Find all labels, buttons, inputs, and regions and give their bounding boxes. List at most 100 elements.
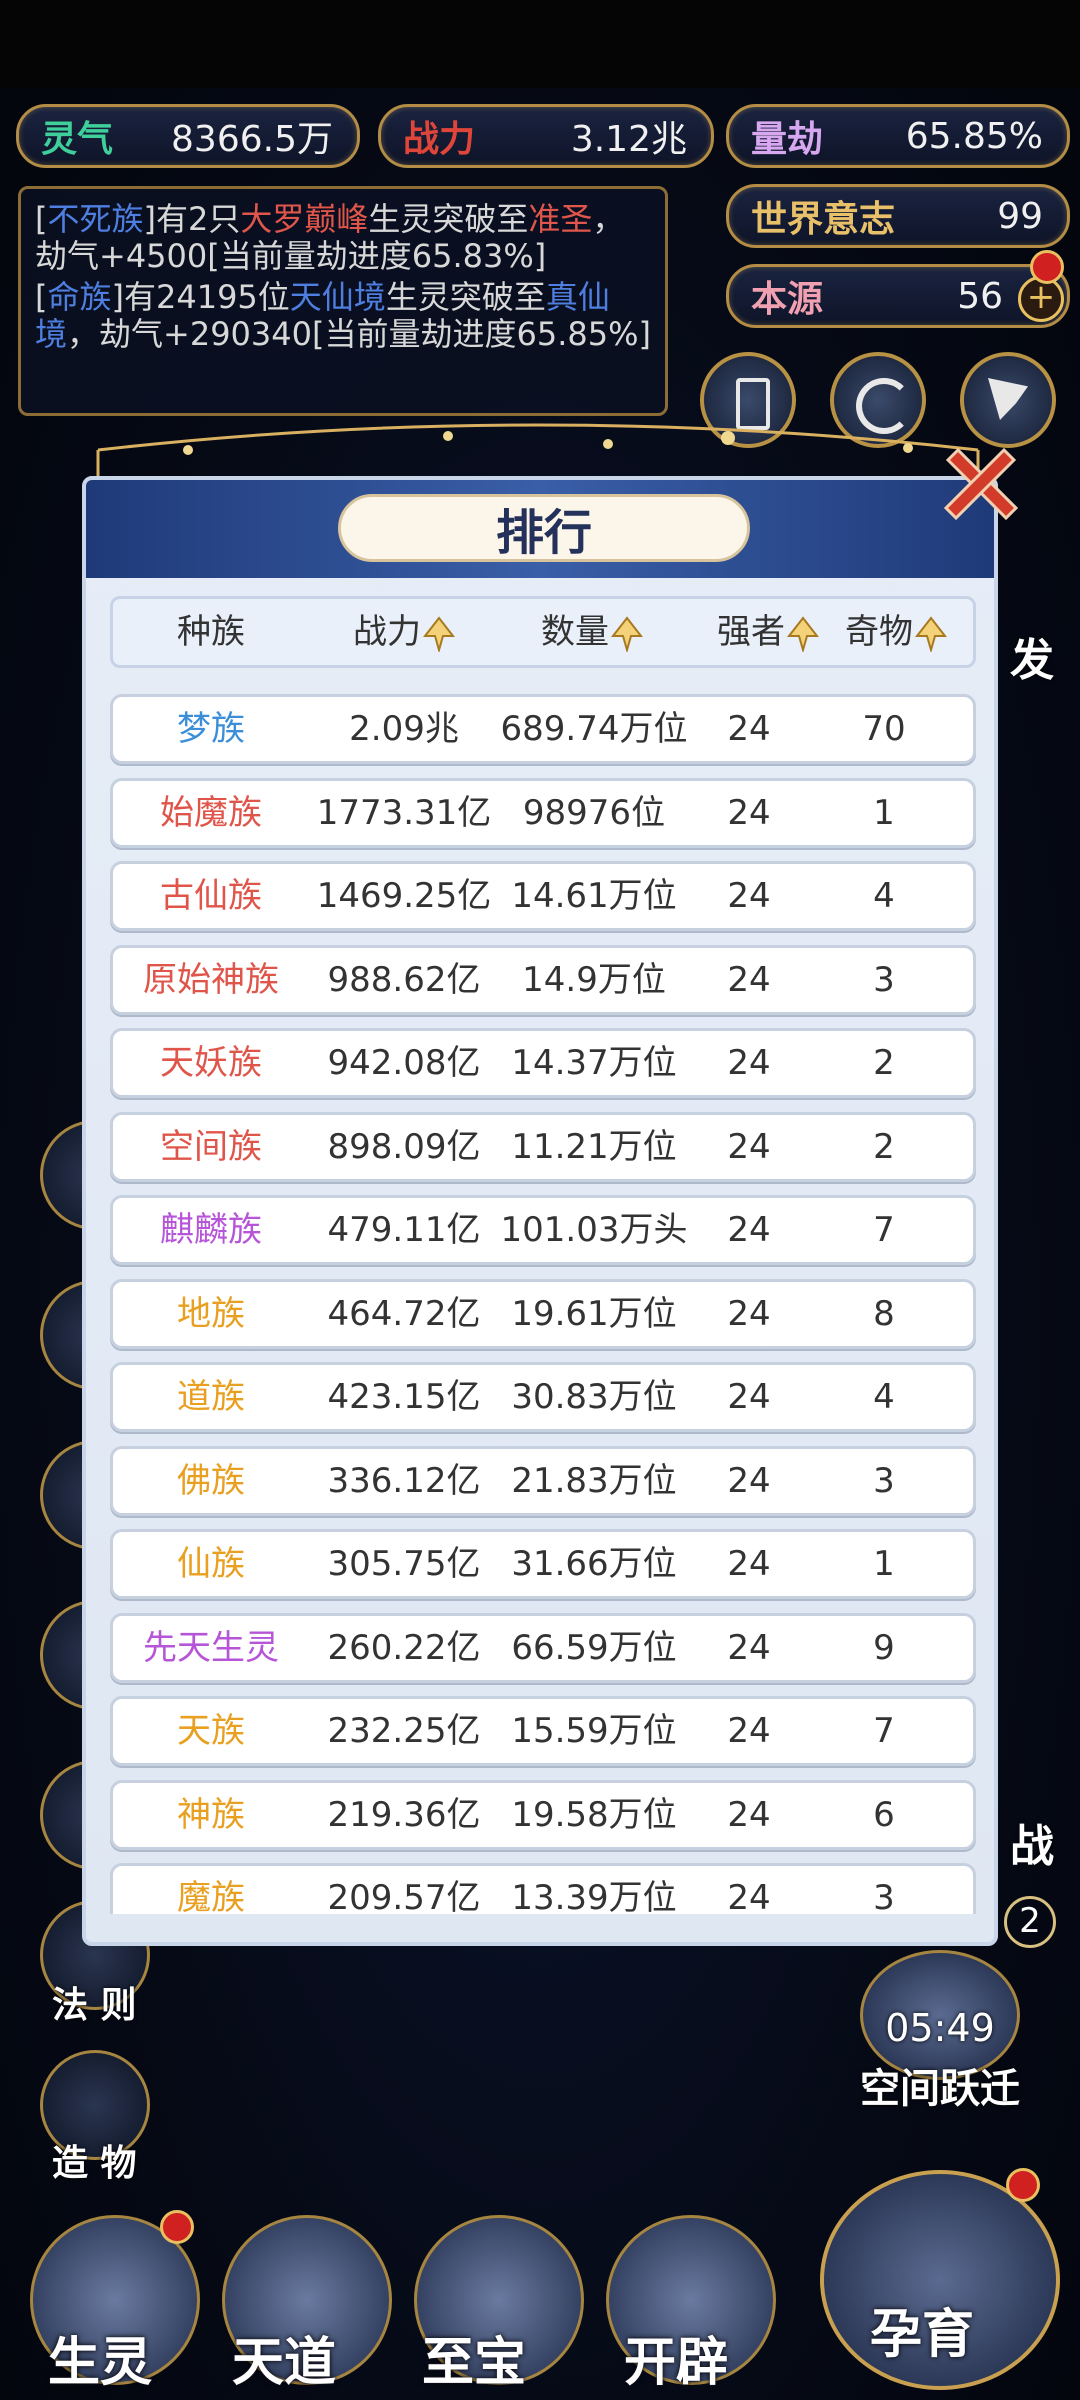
ranking-row[interactable]: 佛族 336.12亿 21.83万位 24 3 <box>110 1445 976 1516</box>
event-log: [不死族]有2只大罗巅峰生灵突破至准圣，劫气+4500[当前量劫进度65.83%… <box>18 186 668 416</box>
row-race: 原始神族 <box>143 959 279 1000</box>
row-race: 麒麟族 <box>160 1210 262 1250</box>
row-race: 地族 <box>177 1293 245 1334</box>
ranking-row[interactable]: 天妖族 942.08亿 14.37万位 24 2 <box>110 1028 976 1098</box>
ranking-row[interactable]: 仙族 305.75亿 31.66万位 24 1 <box>110 1529 976 1599</box>
world-will-value: 99 <box>997 195 1043 237</box>
row-strong: 24 <box>727 1627 771 1668</box>
row-strong: 24 <box>727 1043 771 1083</box>
row-strong: 24 <box>727 792 771 833</box>
row-race: 天妖族 <box>160 1043 262 1083</box>
row-strong: 24 <box>727 1460 771 1501</box>
sort-items-button[interactable]: 奇物 <box>845 599 947 665</box>
row-race: 魔族 <box>177 1878 245 1914</box>
row-strong: 24 <box>727 876 771 916</box>
ranking-row[interactable]: 神族 219.36亿 19.58万位 24 6 <box>110 1779 976 1850</box>
liangjie-counter[interactable]: 量劫 65.85% <box>726 104 1070 168</box>
row-strong: 24 <box>727 1293 771 1334</box>
row-count: 689.74万位 <box>500 709 688 749</box>
row-items: 3 <box>873 959 895 1000</box>
header-strong: 强者 <box>717 612 785 652</box>
right-zhan-label: 战 <box>1010 1821 1054 1872</box>
sheng-ling-label: 生灵 <box>48 2332 153 2393</box>
ranking-row[interactable]: 天族 232.25亿 15.59万位 24 7 <box>110 1696 976 1766</box>
row-power: 1773.31亿 <box>316 792 492 833</box>
row-count: 13.39万位 <box>511 1878 677 1914</box>
row-race: 天族 <box>177 1711 245 1751</box>
notification-dot <box>1030 250 1064 284</box>
row-power: 464.72亿 <box>327 1293 481 1334</box>
row-power: 942.08亿 <box>327 1043 481 1083</box>
kai-pi-label: 开辟 <box>624 2332 729 2393</box>
flag-icon <box>988 378 1028 420</box>
ranking-list[interactable]: 梦族 2.09兆 689.74万位 24 70 始魔族 1773.31亿 98976位 24 1 古… <box>110 694 976 1914</box>
right-fa-label: 发 <box>1010 635 1054 686</box>
world-will-counter[interactable]: 世界意志 99 <box>726 184 1070 248</box>
lingqi-label: 灵气 <box>41 118 114 160</box>
ranking-row[interactable]: 空间族 898.09亿 11.21万位 24 2 <box>110 1111 976 1182</box>
close-icon[interactable] <box>936 440 1026 530</box>
status-bar <box>0 0 1080 88</box>
row-race: 空间族 <box>160 1126 262 1167</box>
row-power: 898.09亿 <box>327 1126 481 1167</box>
count-badge: 2 <box>1004 1896 1056 1948</box>
row-power: 336.12亿 <box>327 1460 481 1501</box>
row-items: 7 <box>873 1711 895 1751</box>
sort-arrow-icon <box>423 615 455 652</box>
row-count: 14.61万位 <box>511 876 677 916</box>
row-count: 19.61万位 <box>511 1293 677 1334</box>
row-power: 219.36亿 <box>327 1794 481 1835</box>
sort-power-button[interactable]: 战力 <box>353 599 455 665</box>
ranking-row[interactable]: 原始神族 988.62亿 14.9万位 24 3 <box>110 944 976 1015</box>
row-race: 佛族 <box>177 1460 245 1501</box>
zhanli-counter[interactable]: 战力 3.12兆 <box>378 104 714 168</box>
sort-strong-button[interactable]: 强者 <box>717 599 819 665</box>
row-race: 梦族 <box>177 709 245 749</box>
ranking-panel: 排行 种族 战力 数量 强者 奇物 梦族 2.09兆 689.74万位 24 70 始魔族… <box>82 476 998 1946</box>
row-race: 仙族 <box>177 1544 245 1584</box>
ranking-row[interactable]: 魔族 209.57亿 13.39万位 24 3 <box>110 1863 976 1914</box>
zao-wu-label: 造 物 <box>52 2142 137 2184</box>
row-items: 3 <box>873 1460 895 1501</box>
benyuan-label: 本源 <box>751 278 824 320</box>
sort-count-button[interactable]: 数量 <box>541 599 643 665</box>
row-count: 66.59万位 <box>511 1627 677 1668</box>
row-items: 3 <box>873 1878 895 1914</box>
row-items: 8 <box>873 1293 895 1334</box>
row-items: 4 <box>873 1377 895 1417</box>
ranking-row[interactable]: 始魔族 1773.31亿 98976位 24 1 <box>110 777 976 848</box>
row-count: 15.59万位 <box>511 1711 677 1751</box>
row-count: 14.37万位 <box>511 1043 677 1083</box>
row-items: 6 <box>873 1794 895 1835</box>
space-jump-button[interactable]: 05:49 空间跃迁 <box>840 1950 1040 2150</box>
yun-yu-label: 孕育 <box>870 2304 975 2365</box>
ranking-row[interactable]: 地族 464.72亿 19.61万位 24 8 <box>110 1278 976 1349</box>
row-strong: 24 <box>727 959 771 1000</box>
row-power: 479.11亿 <box>327 1210 481 1250</box>
row-power: 988.62亿 <box>327 959 481 1000</box>
row-strong: 24 <box>727 709 771 749</box>
ranking-row[interactable]: 麒麟族 479.11亿 101.03万头 24 7 <box>110 1195 976 1265</box>
row-race: 道族 <box>177 1377 245 1417</box>
tian-dao-label: 天道 <box>232 2332 337 2393</box>
row-strong: 24 <box>727 1544 771 1584</box>
ranking-row[interactable]: 梦族 2.09兆 689.74万位 24 70 <box>110 694 976 764</box>
liangjie-label: 量劫 <box>751 118 824 160</box>
row-items: 1 <box>873 792 895 833</box>
row-items: 4 <box>873 876 895 916</box>
lingqi-counter[interactable]: 灵气 8366.5万 <box>16 104 360 168</box>
row-power: 260.22亿 <box>327 1627 481 1668</box>
row-count: 19.58万位 <box>511 1794 677 1835</box>
zhanli-label: 战力 <box>403 118 476 160</box>
ranking-row[interactable]: 道族 423.15亿 30.83万位 24 4 <box>110 1362 976 1432</box>
row-strong: 24 <box>727 1794 771 1835</box>
sort-arrow-icon <box>787 615 819 652</box>
row-power: 423.15亿 <box>327 1377 481 1417</box>
ranking-row[interactable]: 先天生灵 260.22亿 66.59万位 24 9 <box>110 1612 976 1683</box>
event-message: [不死族]有2只大罗巅峰生灵突破至准圣，劫气+4500[当前量劫进度65.83%… <box>35 200 625 275</box>
row-count: 30.83万位 <box>511 1377 677 1417</box>
row-race: 古仙族 <box>160 876 262 916</box>
header-count: 数量 <box>541 612 609 652</box>
ranking-row[interactable]: 古仙族 1469.25亿 14.61万位 24 4 <box>110 861 976 931</box>
row-strong: 24 <box>727 1377 771 1417</box>
